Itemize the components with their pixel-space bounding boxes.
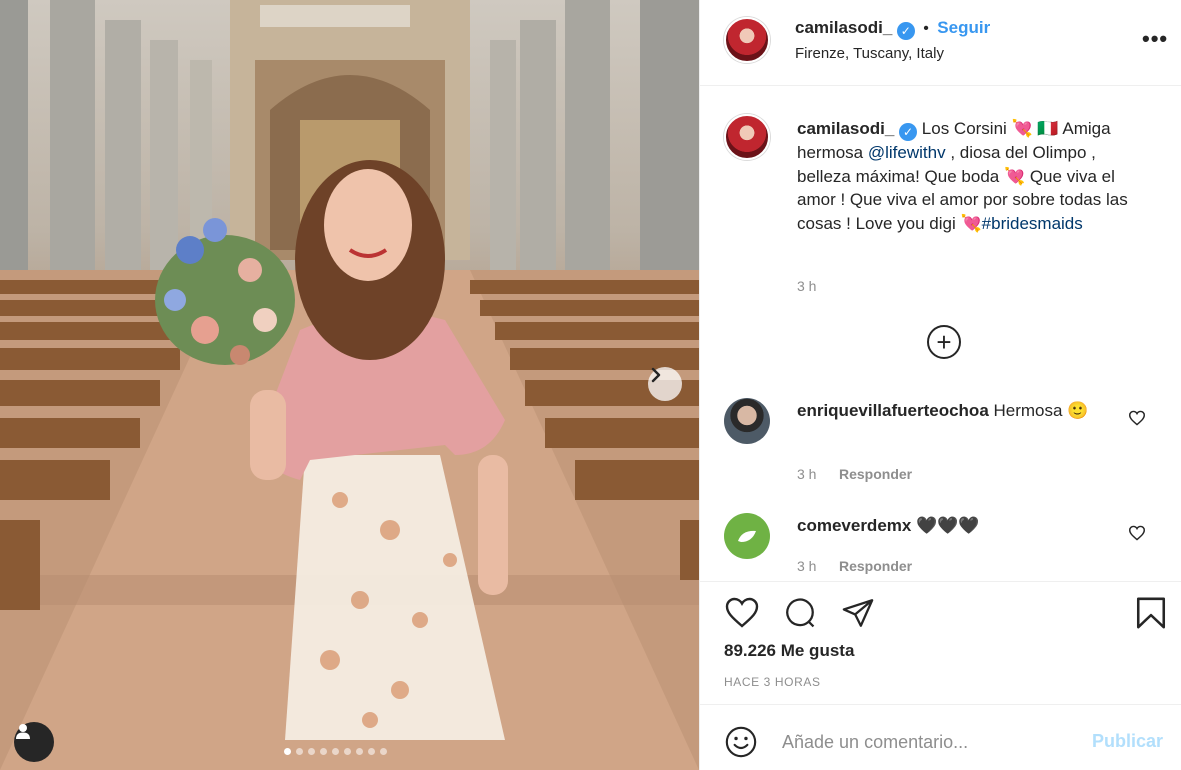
heart-icon[interactable]: [724, 596, 760, 629]
comment-username[interactable]: enriquevillafuerteochoa: [797, 401, 989, 420]
post-photo[interactable]: [0, 0, 699, 770]
comment-item: comeverdemx 🖤🖤🖤: [797, 514, 1122, 537]
comment-heart-icon[interactable]: [1128, 410, 1146, 426]
comment-item: enriquevillafuerteochoa Hermosa 🙂: [797, 399, 1122, 422]
add-comments-icon[interactable]: +: [927, 325, 961, 359]
caption-username[interactable]: camilasodi_: [797, 119, 894, 138]
commenter-avatar[interactable]: [724, 398, 770, 444]
comment-body: Hermosa 🙂: [988, 401, 1089, 420]
reply-button[interactable]: Responder: [839, 558, 912, 574]
actions-divider: [700, 581, 1181, 582]
post-header: camilasodi_ ✓ • Seguir Firenze, Tuscany,…: [700, 0, 1181, 86]
carousel-dot: [284, 748, 291, 755]
carousel-indicator: [284, 748, 387, 755]
carousel-dot: [356, 748, 363, 755]
commenter-avatar[interactable]: [724, 513, 770, 559]
user-tag-icon: [16, 724, 30, 739]
comment-time[interactable]: 3 h: [797, 466, 816, 482]
comment-input[interactable]: [782, 729, 1082, 755]
verified-icon: ✓: [896, 22, 915, 40]
carousel-dot: [332, 748, 339, 755]
post-sidebar: camilasodi_ ✓ • Seguir Firenze, Tuscany,…: [699, 0, 1181, 770]
share-icon[interactable]: [840, 596, 876, 630]
carousel-dot: [344, 748, 351, 755]
comment-icon[interactable]: [782, 596, 818, 630]
church-photo-illustration: [0, 0, 699, 770]
carousel-dot: [320, 748, 327, 755]
likes-count[interactable]: 89.226 Me gusta: [724, 641, 854, 661]
next-arrow-icon: [651, 367, 661, 383]
owner-username[interactable]: camilasodi_: [795, 18, 892, 37]
composer-divider: [700, 704, 1181, 705]
carousel-dot: [308, 748, 315, 755]
bookmark-icon[interactable]: [1134, 596, 1168, 630]
owner-avatar[interactable]: [724, 17, 770, 63]
reply-button[interactable]: Responder: [839, 466, 912, 482]
leaf-icon: [738, 530, 756, 542]
comment-body: 🖤🖤🖤: [911, 516, 980, 535]
post-timestamp: HACE 3 HORAS: [724, 675, 821, 689]
carousel-dot: [296, 748, 303, 755]
publish-button[interactable]: Publicar: [1092, 731, 1163, 752]
emoji-icon[interactable]: [724, 725, 758, 759]
more-icon[interactable]: •••: [1142, 26, 1168, 52]
carousel-dot: [368, 748, 375, 755]
hashtag-link[interactable]: #bridesmaids: [982, 214, 1083, 233]
follow-separator: •: [923, 20, 929, 37]
comment-username[interactable]: comeverdemx: [797, 516, 911, 535]
post-location[interactable]: Firenze, Tuscany, Italy: [795, 45, 944, 62]
carousel-dot: [380, 748, 387, 755]
follow-button[interactable]: Seguir: [937, 18, 990, 37]
caption-avatar[interactable]: [724, 114, 770, 160]
comment-heart-icon[interactable]: [1128, 525, 1146, 541]
owner-line: camilasodi_ ✓ • Seguir: [795, 18, 990, 40]
mention-link[interactable]: @lifewithv: [868, 143, 946, 162]
post-caption: camilasodi_ ✓ Los Corsini 💘 🇮🇹 Amiga her…: [797, 117, 1137, 235]
next-slide-button[interactable]: [648, 367, 682, 401]
comment-time[interactable]: 3 h: [797, 558, 816, 574]
verified-icon: ✓: [899, 123, 918, 141]
caption-time[interactable]: 3 h: [797, 278, 816, 294]
user-tag-button[interactable]: [14, 722, 54, 762]
